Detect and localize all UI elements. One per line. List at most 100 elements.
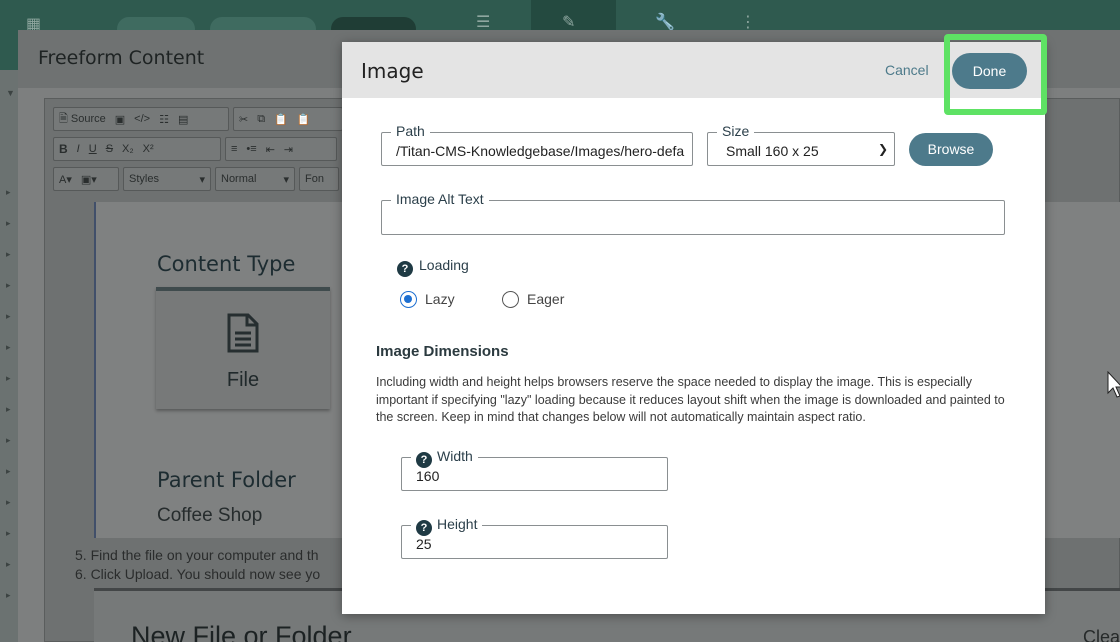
height-label: ? Height bbox=[411, 516, 483, 536]
chevron-right-icon[interactable]: ▸ bbox=[6, 218, 11, 229]
superscript-icon[interactable]: X² bbox=[143, 143, 154, 155]
clipboard-group: ✂ ⧉ 📋 📋 bbox=[233, 107, 343, 131]
clear-link[interactable]: Clea bbox=[1083, 627, 1120, 642]
alt-text-label: Image Alt Text bbox=[391, 191, 489, 207]
chevron-right-icon[interactable]: ▸ bbox=[6, 528, 11, 539]
collapse-arrow-icon[interactable]: ▼ bbox=[6, 88, 15, 98]
size-selected-value: Small 160 x 25 bbox=[726, 143, 819, 159]
parent-folder-heading: Parent Folder bbox=[157, 468, 296, 492]
dialog-header: Image Cancel Done bbox=[342, 42, 1045, 98]
chevron-right-icon[interactable]: ▸ bbox=[6, 342, 11, 353]
bulleted-list-icon[interactable]: •≡ bbox=[246, 143, 256, 155]
chevron-right-icon[interactable]: ▸ bbox=[6, 466, 11, 477]
indent-icon[interactable]: ⇥ bbox=[284, 143, 293, 156]
chevron-right-icon[interactable]: ▸ bbox=[6, 280, 11, 291]
file-icon bbox=[227, 313, 259, 353]
format-label: Normal bbox=[221, 173, 257, 185]
cancel-button[interactable]: Cancel bbox=[885, 62, 929, 78]
mouse-cursor-icon bbox=[1107, 371, 1120, 398]
toolbar-row-2: B I U S X₂ X² ≡ •≡ ⇤ ⇥ bbox=[53, 137, 337, 161]
alt-text-field[interactable]: Image Alt Text bbox=[381, 191, 1005, 235]
step-item: 5. Find the file on your computer and th bbox=[75, 547, 319, 563]
paste-icon[interactable]: 📋 bbox=[274, 113, 288, 126]
instruction-steps: 5. Find the file on your computer and th… bbox=[75, 546, 320, 584]
chevron-right-icon[interactable]: ▸ bbox=[6, 497, 11, 508]
font-label: Fon bbox=[305, 173, 324, 185]
toolbar-row-1: 🗎 Source ▣ </> ☷ ▤ ✂ ⧉ 📋 📋 bbox=[53, 107, 343, 131]
source-button[interactable]: 🗎 Source bbox=[59, 110, 106, 129]
source-group: 🗎 Source ▣ </> ☷ ▤ bbox=[53, 107, 229, 131]
preview-icon[interactable]: ▤ bbox=[178, 113, 188, 126]
lazy-radio-label[interactable]: Lazy bbox=[425, 291, 455, 307]
path-field[interactable]: Path /Titan-CMS-Knowledgebase/Images/her… bbox=[381, 123, 693, 166]
path-label: Path bbox=[391, 123, 430, 139]
loading-label-text: Loading bbox=[419, 257, 469, 273]
styles-label: Styles bbox=[129, 173, 159, 185]
size-select[interactable]: Size Small 160 x 25 ❯ bbox=[707, 123, 895, 166]
panel-title: Freeform Content bbox=[38, 47, 205, 69]
chevron-right-icon[interactable]: ▸ bbox=[6, 404, 11, 415]
edit-icon: ✎ bbox=[562, 14, 576, 31]
eager-radio[interactable] bbox=[502, 291, 519, 308]
paste-text-icon[interactable]: 📋 bbox=[297, 113, 311, 126]
bold-icon[interactable]: B bbox=[59, 142, 68, 156]
content-type-heading: Content Type bbox=[157, 252, 296, 276]
loading-label: ? Loading bbox=[397, 257, 469, 277]
cut-icon[interactable]: ✂ bbox=[239, 113, 248, 126]
color-group: A▾ ▣▾ bbox=[53, 167, 119, 191]
lazy-radio[interactable] bbox=[400, 291, 417, 308]
chevron-right-icon[interactable]: ▸ bbox=[6, 435, 11, 446]
step-item: 6. Click Upload. You should now see yo bbox=[75, 566, 321, 582]
format-group: B I U S X₂ X² bbox=[53, 137, 221, 161]
height-value: 25 bbox=[416, 536, 432, 552]
dialog-title: Image bbox=[361, 59, 424, 83]
text-color-icon[interactable]: A▾ bbox=[59, 173, 72, 186]
width-value: 160 bbox=[416, 468, 440, 484]
snippet-icon[interactable]: ☷ bbox=[159, 113, 169, 126]
styles-dropdown[interactable]: Styles ▾ bbox=[123, 167, 211, 191]
chevron-right-icon[interactable]: ▸ bbox=[6, 249, 11, 260]
eager-radio-label[interactable]: Eager bbox=[527, 291, 564, 307]
help-icon[interactable]: ? bbox=[397, 261, 413, 277]
list-group: ≡ •≡ ⇤ ⇥ bbox=[225, 137, 337, 161]
image-dimensions-heading: Image Dimensions bbox=[376, 343, 509, 360]
chevron-right-icon[interactable]: ▸ bbox=[6, 590, 11, 601]
file-card[interactable]: File bbox=[156, 287, 330, 409]
code-icon[interactable]: </> bbox=[134, 113, 150, 125]
strikethrough-icon[interactable]: S bbox=[106, 143, 113, 155]
left-gutter: ▼ ▸ ▸ ▸ ▸ ▸ ▸ ▸ ▸ ▸ ▸ ▸ ▸ ▸ ▸ bbox=[0, 70, 18, 642]
underline-icon[interactable]: U bbox=[89, 143, 97, 155]
more-icon[interactable]: ⋮ bbox=[740, 12, 756, 32]
wrench-icon[interactable]: 🔧 bbox=[655, 12, 675, 32]
chevron-right-icon[interactable]: ▸ bbox=[6, 559, 11, 570]
list-icon[interactable]: ☰ bbox=[476, 12, 490, 32]
chevron-right-icon[interactable]: ▸ bbox=[6, 311, 11, 322]
width-field[interactable]: ? Width 160 bbox=[401, 448, 668, 491]
browse-button[interactable]: Browse bbox=[909, 133, 993, 166]
italic-icon[interactable]: I bbox=[77, 143, 80, 155]
image-dialog: Image Cancel Done Path /Titan-CMS-Knowle… bbox=[342, 42, 1045, 614]
size-label: Size bbox=[717, 123, 755, 139]
bg-color-icon[interactable]: ▣▾ bbox=[81, 173, 97, 186]
outdent-icon[interactable]: ⇤ bbox=[266, 143, 275, 156]
height-field[interactable]: ? Height 25 bbox=[401, 516, 668, 559]
chevron-down-icon: ▾ bbox=[199, 173, 205, 186]
chevron-right-icon[interactable]: ▸ bbox=[6, 373, 11, 384]
chevron-down-icon: ▾ bbox=[283, 173, 289, 186]
template-icon[interactable]: ▣ bbox=[115, 113, 125, 126]
chevron-down-icon: ❯ bbox=[877, 142, 888, 156]
numbered-list-icon[interactable]: ≡ bbox=[231, 143, 237, 155]
done-highlight-box bbox=[944, 34, 1047, 115]
image-dimensions-description: Including width and height helps browser… bbox=[376, 375, 1005, 424]
width-label: ? Width bbox=[411, 448, 478, 468]
help-icon[interactable]: ? bbox=[416, 520, 432, 536]
copy-icon[interactable]: ⧉ bbox=[257, 113, 265, 126]
toolbar-row-3: A▾ ▣▾ Styles ▾ Normal ▾ Fon bbox=[53, 167, 339, 191]
subscript-icon[interactable]: X₂ bbox=[122, 143, 134, 155]
new-file-folder-title: New File or Folder bbox=[131, 621, 352, 642]
font-dropdown[interactable]: Fon bbox=[299, 167, 339, 191]
chevron-right-icon[interactable]: ▸ bbox=[6, 187, 11, 198]
help-icon[interactable]: ? bbox=[416, 452, 432, 468]
format-dropdown[interactable]: Normal ▾ bbox=[215, 167, 295, 191]
parent-folder-value: Coffee Shop bbox=[157, 505, 263, 526]
